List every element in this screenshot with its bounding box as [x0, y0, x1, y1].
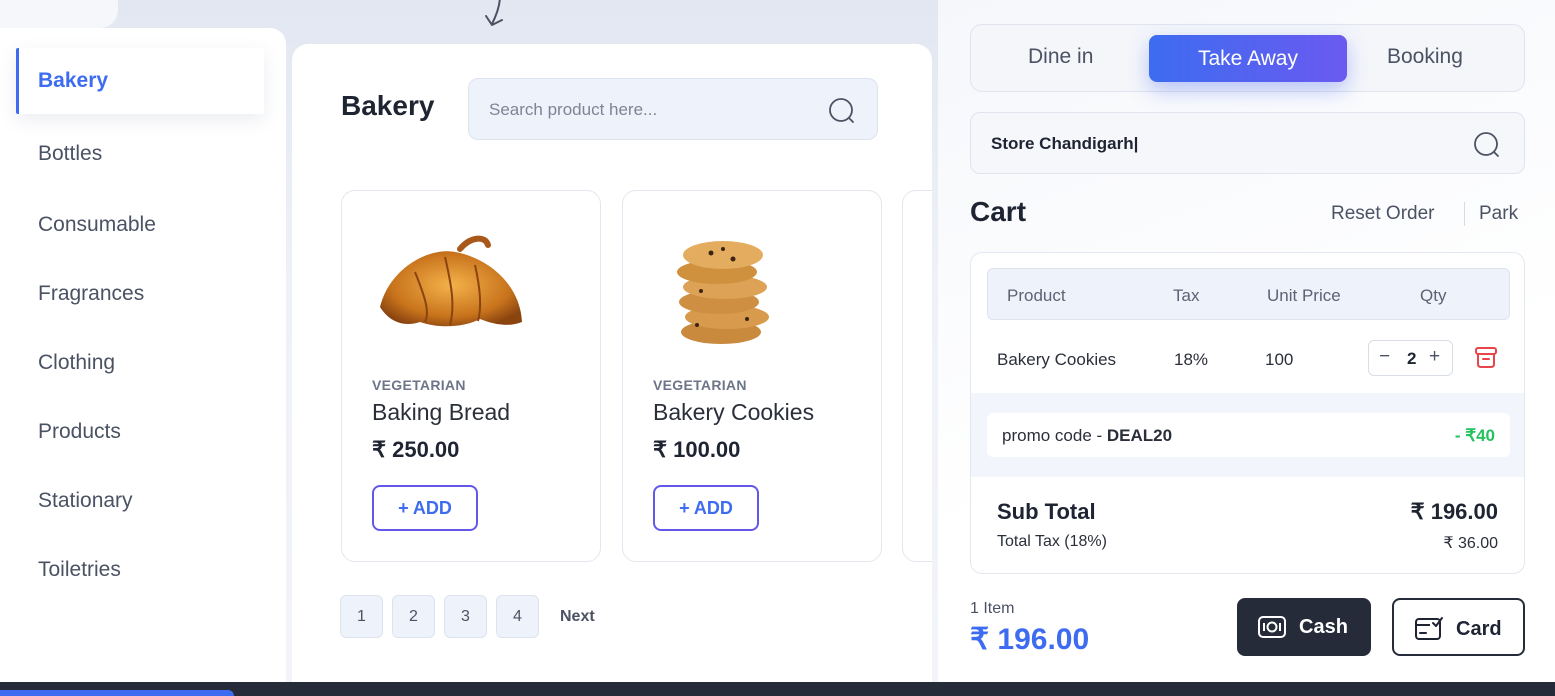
next-page-button[interactable]: Next — [560, 595, 595, 638]
column-header-qty: Qty — [1420, 286, 1447, 305]
search-icon[interactable] — [1472, 130, 1502, 160]
search-placeholder: Search product here... — [489, 100, 658, 119]
search-icon[interactable] — [827, 96, 857, 126]
category-item-fragrances[interactable]: Fragrances — [38, 282, 144, 306]
product-name: Baking Bread — [372, 399, 511, 425]
croissant-image — [380, 235, 522, 327]
divider — [1464, 202, 1465, 226]
reset-order-button[interactable]: Reset Order — [1331, 203, 1434, 225]
total-tax-value: ₹ 36.00 — [1443, 535, 1498, 552]
page-button-2[interactable]: 2 — [392, 595, 435, 638]
tab-dine-in[interactable]: Dine in — [1028, 45, 1093, 69]
category-item-consumable[interactable]: Consumable — [38, 213, 156, 237]
card-label: Card — [1456, 618, 1502, 640]
add-to-cart-button[interactable]: + ADD — [372, 485, 478, 531]
product-price: ₹ 100.00 — [653, 437, 741, 462]
decrease-qty-button[interactable]: − — [1379, 346, 1390, 368]
cart-title: Cart — [970, 196, 1027, 227]
page-title: Bakery — [341, 90, 435, 121]
page-button-4[interactable]: 4 — [496, 595, 539, 638]
background-tab — [0, 0, 118, 28]
promo-code: DEAL20 — [1106, 426, 1173, 445]
park-button[interactable]: Park — [1479, 203, 1518, 225]
item-count: 1 Item — [970, 600, 1015, 617]
cash-payment-button[interactable]: Cash — [1237, 598, 1371, 656]
store-value: Store Chandigarh| — [991, 134, 1139, 153]
product-panel: Bakery Search product here... VEGETARIAN… — [292, 44, 932, 682]
product-card-partial[interactable] — [902, 190, 932, 562]
product-tag: VEGETARIAN — [653, 377, 747, 393]
category-item-clothing[interactable]: Clothing — [38, 351, 115, 375]
card-payment-button[interactable]: Card — [1392, 598, 1525, 656]
grand-total: ₹ 196.00 — [970, 623, 1090, 656]
cart-row-tax: 18% — [1174, 350, 1209, 369]
tab-take-away[interactable]: Take Away — [1149, 35, 1347, 82]
quantity-value: 2 — [1407, 349, 1417, 368]
category-item-products[interactable]: Products — [38, 420, 121, 444]
category-item-bakery[interactable]: Bakery — [16, 48, 264, 114]
subtotal-label: Sub Total — [997, 499, 1096, 524]
column-header-product: Product — [1007, 286, 1066, 305]
category-label: Bakery — [38, 69, 109, 92]
store-search-input[interactable]: Store Chandigarh| — [970, 112, 1525, 174]
tab-booking[interactable]: Booking — [1387, 45, 1463, 69]
decorative-arrow-icon — [485, 0, 503, 26]
category-item-bottles[interactable]: Bottles — [38, 142, 102, 166]
delete-icon[interactable] — [1474, 345, 1498, 369]
product-tag: VEGETARIAN — [372, 377, 466, 393]
cart-row-unit-price: 100 — [1265, 350, 1294, 369]
promo-code-row: promo code - DEAL20 - ₹40 — [987, 413, 1510, 457]
cart-table: Product Tax Unit Price Qty Bakery Cookie… — [970, 252, 1525, 574]
promo-label: promo code - DEAL20 — [1002, 426, 1173, 445]
subtotal-value: ₹ 196.00 — [1410, 499, 1498, 524]
product-card[interactable]: VEGETARIAN Baking Bread ₹ 250.00 + ADD — [341, 190, 601, 562]
product-card[interactable]: VEGETARIAN Bakery Cookies ₹ 100.00 + ADD — [622, 190, 882, 562]
cart-row-product: Bakery Cookies — [997, 350, 1117, 369]
increase-qty-button[interactable]: + — [1429, 346, 1440, 368]
column-header-unit-price: Unit Price — [1267, 286, 1341, 305]
order-panel: Dine in Take Away Booking Store Chandiga… — [938, 0, 1555, 682]
column-header-tax: Tax — [1173, 286, 1200, 305]
product-name: Bakery Cookies — [653, 399, 815, 425]
order-mode-tabs: Dine in Take Away Booking — [970, 24, 1525, 92]
table-header: Product Tax Unit Price Qty — [987, 268, 1510, 320]
quantity-stepper: − 2 + — [1368, 340, 1453, 376]
cookies-image — [677, 241, 769, 344]
page-button-3[interactable]: 3 — [444, 595, 487, 638]
category-sidebar: Bakery Bottles Consumable Fragrances Clo… — [0, 28, 286, 682]
pagination: 1 2 3 4 Next — [340, 595, 595, 638]
product-price: ₹ 250.00 — [372, 437, 460, 462]
card-icon — [1415, 617, 1443, 640]
category-item-toiletries[interactable]: Toiletries — [38, 558, 121, 582]
cash-label: Cash — [1299, 616, 1348, 638]
bottom-bar-accent — [0, 690, 234, 696]
total-tax-label: Total Tax (18%) — [997, 533, 1107, 550]
page-button-1[interactable]: 1 — [340, 595, 383, 638]
product-search-input[interactable]: Search product here... — [468, 78, 878, 140]
cash-icon — [1258, 616, 1286, 638]
category-item-stationary[interactable]: Stationary — [38, 489, 133, 513]
add-to-cart-button[interactable]: + ADD — [653, 485, 759, 531]
promo-discount: - ₹40 — [1454, 426, 1495, 445]
